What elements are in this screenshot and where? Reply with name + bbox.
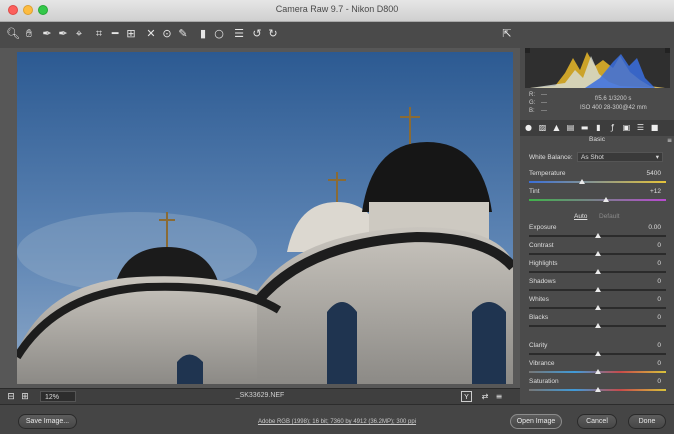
toolbar-right (520, 22, 674, 49)
tint-slider-thumb[interactable] (602, 197, 609, 202)
slider-thumb-highlights[interactable] (594, 269, 601, 274)
temperature-track[interactable] (529, 181, 666, 183)
slider-thumb-exposure[interactable] (594, 233, 601, 238)
status-bar: ⊟ ⊞ 12% _SK33629.NEF Y ⇄ ≡ (0, 388, 520, 405)
slider-value-exposure[interactable]: 0.00 (648, 224, 661, 231)
lens-info: ISO 400 28-300@42 mm (580, 105, 647, 111)
settings-icon[interactable]: ≡ (492, 390, 506, 404)
temperature-label: Temperature (529, 170, 566, 177)
preview-image[interactable] (17, 52, 513, 384)
slider-label-clarity: Clarity (529, 342, 548, 349)
color-sampler-icon[interactable]: ✒ (56, 27, 70, 41)
hsl-tab-icon[interactable]: ▤ (566, 123, 575, 132)
slider-label-whites: Whites (529, 296, 549, 303)
slider-thumb-vibrance[interactable] (594, 369, 601, 374)
slider-value-contrast[interactable]: 0 (657, 242, 661, 249)
rotate-cw-icon[interactable]: ↻ (266, 27, 280, 41)
slider-label-vibrance: Vibrance (529, 360, 555, 367)
temperature-slider-thumb[interactable] (579, 179, 586, 184)
snapshots-tab-icon[interactable]: ■ (650, 123, 659, 132)
slider-value-vibrance[interactable]: 0 (657, 360, 661, 367)
tone-curve-tab-icon[interactable]: ▨ (538, 123, 547, 132)
tint-label: Tint (529, 188, 540, 195)
basic-panel-title: Basic (589, 136, 605, 143)
split-tone-tab-icon[interactable]: ▬ (580, 123, 589, 132)
done-button[interactable]: Done (628, 414, 666, 429)
g-value: --- (541, 100, 547, 106)
hand-icon[interactable]: ✋︎ (22, 27, 36, 41)
slider-thumb-shadows[interactable] (594, 287, 601, 292)
straighten-icon[interactable]: ━ (108, 27, 122, 41)
slider-label-highlights: Highlights (529, 260, 558, 267)
r-label: R: (529, 92, 535, 98)
target-adjust-icon[interactable]: ⌖ (72, 27, 86, 41)
detail-tab-icon[interactable]: ▲ (552, 123, 561, 132)
histogram-graph (525, 48, 670, 88)
window-title: Camera Raw 9.7 - Nikon D800 (275, 4, 399, 14)
presets-tab-icon[interactable]: ☰ (636, 123, 645, 132)
radial-filter-icon[interactable]: ○ (212, 27, 226, 41)
tint-track[interactable] (529, 199, 666, 201)
fx-tab-icon[interactable]: ƒ (608, 123, 617, 132)
basic-tab-icon[interactable]: ● (524, 123, 533, 132)
crop-icon[interactable]: ⌗ (92, 27, 106, 41)
exposure-info: f/5.6 1/3200 s (595, 96, 632, 102)
slider-value-whites[interactable]: 0 (657, 296, 661, 303)
slider-value-highlights[interactable]: 0 (657, 260, 661, 267)
auto-link[interactable]: Auto (574, 213, 587, 220)
white-balance-icon[interactable]: ✒ (40, 27, 54, 41)
r-value: --- (541, 92, 547, 98)
rotate-ccw-icon[interactable]: ↺ (250, 27, 264, 41)
tint-value[interactable]: +12 (650, 188, 661, 195)
adjustment-panel: R: --- G: --- B: --- f/5.6 1/3200 s ISO … (520, 48, 674, 404)
slider-thumb-whites[interactable] (594, 305, 601, 310)
toolbar: 🔍︎ ✋︎ ✒ ✒ ⌖ ⌗ ━ ⊞ ✕ ⊙ ✎ ▮ ○ ☰ ↺ ↻ ⇱ (0, 22, 520, 49)
bottom-bar: Save Image... Adobe RGB (1998); 16 bit; … (0, 404, 674, 434)
slider-label-blacks: Blacks (529, 314, 549, 321)
brush-icon[interactable]: ✎ (176, 27, 190, 41)
cancel-button[interactable]: Cancel (577, 414, 617, 429)
redeye-icon[interactable]: ⊙ (160, 27, 174, 41)
fullscreen-icon[interactable]: ⇱ (500, 27, 514, 41)
slider-thumb-contrast[interactable] (594, 251, 601, 256)
b-value: --- (541, 108, 547, 114)
slider-label-shadows: Shadows (529, 278, 556, 285)
b-label: B: (529, 108, 535, 114)
graduated-filter-icon[interactable]: ▮ (196, 27, 210, 41)
church-domes-image (17, 52, 513, 384)
white-balance-value: As Shot (581, 154, 604, 161)
white-balance-select[interactable]: As Shot ▾ (577, 152, 663, 162)
default-link[interactable]: Default (599, 213, 620, 220)
open-image-button[interactable]: Open Image (510, 414, 562, 429)
spot-removal-icon[interactable]: ✕ (144, 27, 158, 41)
image-info: R: --- G: --- B: --- f/5.6 1/3200 s ISO … (525, 90, 670, 118)
zoom-icon[interactable]: 🔍︎ (6, 27, 20, 41)
lens-tab-icon[interactable]: ▮ (594, 123, 603, 132)
slider-label-exposure: Exposure (529, 224, 557, 231)
file-name: _SK33629.NEF (235, 392, 285, 399)
panel-menu-icon[interactable]: ≡ (665, 136, 674, 145)
slider-value-clarity[interactable]: 0 (657, 342, 661, 349)
panel-tabs: ● ▨ ▲ ▤ ▬ ▮ ƒ ▣ ☰ ■ (520, 120, 674, 136)
g-label: G: (529, 100, 536, 106)
slider-thumb-blacks[interactable] (594, 323, 601, 328)
swap-before-after-icon[interactable]: ⇄ (478, 390, 492, 404)
histogram (525, 48, 670, 88)
transform-icon[interactable]: ⊞ (124, 27, 138, 41)
slider-value-saturation[interactable]: 0 (657, 378, 661, 385)
slider-label-contrast: Contrast (529, 242, 554, 249)
camera-cal-tab-icon[interactable]: ▣ (622, 123, 631, 132)
slider-value-blacks[interactable]: 0 (657, 314, 661, 321)
slider-thumb-saturation[interactable] (594, 387, 601, 392)
chevron-down-icon: ▾ (655, 154, 659, 161)
preferences-icon[interactable]: ☰ (232, 27, 246, 41)
slider-thumb-clarity[interactable] (594, 351, 601, 356)
temperature-value[interactable]: 5400 (647, 170, 661, 177)
title-bar: Camera Raw 9.7 - Nikon D800 (0, 0, 674, 22)
slider-label-saturation: Saturation (529, 378, 559, 385)
slider-value-shadows[interactable]: 0 (657, 278, 661, 285)
before-after-toggle[interactable]: Y (461, 391, 472, 402)
workflow-options-link[interactable]: Adobe RGB (1998); 16 bit; 7360 by 4912 (… (0, 419, 674, 425)
white-balance-label: White Balance: (529, 154, 573, 161)
